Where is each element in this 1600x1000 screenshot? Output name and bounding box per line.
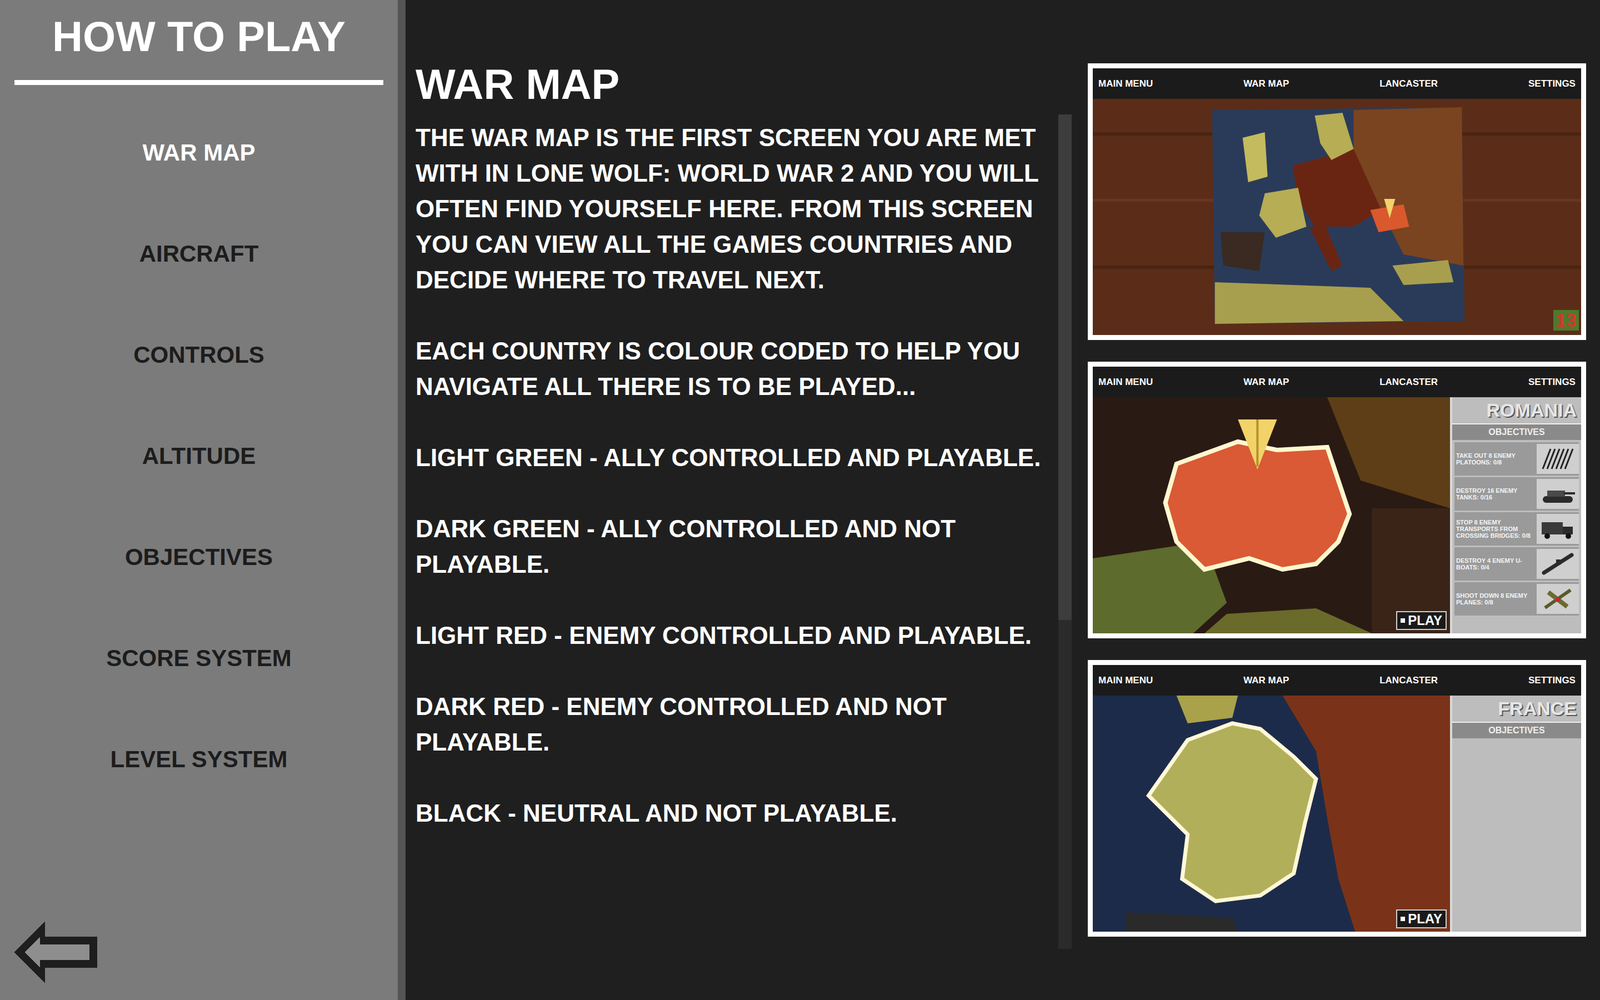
objective-row: DESTROY 4 ENEMY U-BOATS: 0/4 bbox=[1454, 547, 1579, 581]
tank-icon bbox=[1538, 481, 1578, 507]
objectives-list bbox=[1452, 738, 1582, 743]
objective-icon-box bbox=[1536, 478, 1579, 509]
objective-text: SHOOT DOWN 8 ENEMY PLANES: 0/8 bbox=[1454, 592, 1535, 606]
article-paragraph: LIGHT RED - ENEMY CONTROLLED AND PLAYABL… bbox=[415, 617, 1055, 654]
title-divider bbox=[14, 80, 384, 85]
sidebar-item[interactable]: CONTROLS bbox=[0, 303, 398, 405]
screenshot-body: PLAYFRANCEOBJECTIVES bbox=[1092, 695, 1582, 932]
content: WAR MAP THE WAR MAP IS THE FIRST SCREEN Y… bbox=[405, 0, 1600, 1000]
europe-map-illustration bbox=[1092, 98, 1582, 335]
screenshot-nav-item[interactable]: SETTINGS bbox=[1528, 76, 1576, 92]
france-map-illustration bbox=[1092, 695, 1450, 932]
screenshot-nav-item[interactable]: MAIN MENU bbox=[1098, 375, 1153, 390]
screenshot-map: PLAY bbox=[1092, 397, 1450, 634]
sidebar-title: HOW TO PLAY bbox=[0, 0, 398, 80]
screenshot-nav-item[interactable]: MAIN MENU bbox=[1098, 673, 1153, 688]
screenshot-nav-item[interactable]: SETTINGS bbox=[1528, 673, 1576, 688]
objective-row: STOP 8 ENEMY TRANSPORTS FROM CROSSING BR… bbox=[1454, 512, 1579, 546]
screenshot-body: PLAYROMANIAOBJECTIVESTAKE OUT 8 ENEMY PL… bbox=[1092, 397, 1582, 634]
article: WAR MAP THE WAR MAP IS THE FIRST SCREEN Y… bbox=[415, 0, 1072, 1000]
article-paragraph: BLACK - NEUTRAL AND NOT PLAYABLE. bbox=[415, 795, 1055, 832]
screenshot-nav-bar: MAIN MENU WAR MAP LANCASTER SETTINGS bbox=[1092, 665, 1582, 696]
screenshot-map: 13 bbox=[1092, 98, 1582, 335]
objective-icon-box bbox=[1536, 548, 1579, 579]
screenshot-nav-item[interactable]: WAR MAP bbox=[1243, 76, 1289, 92]
screenshot-nav-item[interactable]: LANCASTER bbox=[1379, 375, 1438, 390]
article-paragraph: LIGHT GREEN - ALLY CONTROLLED AND PLAYAB… bbox=[415, 440, 1055, 476]
article-paragraph: EACH COUNTRY IS COLOUR CODED TO HELP YOU… bbox=[415, 333, 1055, 405]
romania-map-illustration bbox=[1092, 397, 1450, 634]
objective-icon-box bbox=[1536, 513, 1579, 544]
screenshot-nav-item[interactable]: SETTINGS bbox=[1528, 375, 1576, 390]
screenshot-panel: MAIN MENUWAR MAPLANCASTERSETTINGSPLAYROM… bbox=[1087, 361, 1587, 639]
screenshots-column: MAIN MENUWAR MAPLANCASTERSETTINGS13MAIN … bbox=[1087, 0, 1587, 1000]
sidebar: HOW TO PLAY WAR MAPAIRCRAFTCONTROLSALTITU… bbox=[0, 0, 406, 1000]
article-paragraph: DARK GREEN - ALLY CONTROLLED AND NOT PLA… bbox=[415, 511, 1055, 583]
objective-icon-box bbox=[1536, 443, 1579, 474]
objective-text: DESTROY 4 ENEMY U-BOATS: 0/4 bbox=[1454, 557, 1535, 571]
play-button[interactable]: PLAY bbox=[1396, 909, 1447, 929]
back-button[interactable] bbox=[0, 921, 398, 1000]
sidebar-item[interactable]: AIRCRAFT bbox=[0, 202, 398, 304]
sidebar-item[interactable]: LEVEL SYSTEM bbox=[0, 708, 398, 810]
truck-icon bbox=[1538, 516, 1578, 542]
scrollbar-thumb[interactable] bbox=[1058, 114, 1072, 620]
objective-icon-box bbox=[1536, 583, 1579, 614]
sidebar-item[interactable]: OBJECTIVES bbox=[0, 506, 398, 608]
sidebar-item[interactable]: WAR MAP bbox=[0, 101, 398, 203]
objectives-panel: FRANCEOBJECTIVES bbox=[1450, 695, 1582, 932]
play-square-icon bbox=[1400, 916, 1405, 922]
article-paragraph: DARK RED - ENEMY CONTROLLED AND NOT PLAY… bbox=[415, 688, 1055, 760]
section-title: WAR MAP bbox=[415, 0, 1072, 106]
objective-row: TAKE OUT 8 ENEMY PLATOONS: 0/8 bbox=[1454, 442, 1579, 476]
screenshot-nav-item[interactable]: WAR MAP bbox=[1243, 375, 1289, 390]
screenshot-map: PLAY bbox=[1092, 695, 1450, 932]
sidebar-menu: WAR MAPAIRCRAFTCONTROLSALTITUDEOBJECTIVE… bbox=[0, 101, 398, 810]
objective-text: TAKE OUT 8 ENEMY PLATOONS: 0/8 bbox=[1454, 452, 1535, 466]
turn-badge: 13 bbox=[1553, 310, 1579, 331]
country-name: ROMANIA bbox=[1452, 397, 1582, 425]
screenshot-panel: MAIN MENUWAR MAPLANCASTERSETTINGSPLAYFRA… bbox=[1087, 660, 1587, 937]
screenshot-nav-item[interactable]: MAIN MENU bbox=[1098, 76, 1153, 92]
screenshot-nav-bar: MAIN MENU WAR MAP LANCASTER SETTINGS bbox=[1092, 68, 1582, 99]
play-square-icon bbox=[1400, 618, 1405, 623]
objectives-list: TAKE OUT 8 ENEMY PLATOONS: 0/8 DESTROY 16… bbox=[1452, 440, 1582, 618]
objective-text: DESTROY 16 ENEMY TANKS: 0/16 bbox=[1454, 487, 1535, 501]
screenshot-nav-bar: MAIN MENU WAR MAP LANCASTER SETTINGS bbox=[1092, 366, 1582, 398]
objective-row: DESTROY 16 ENEMY TANKS: 0/16 bbox=[1454, 477, 1579, 511]
screenshot-panel: MAIN MENU WAR MAP LANCASTER SETTINGS 13 bbox=[1087, 63, 1587, 340]
scroll-area: THE WAR MAP IS THE FIRST SCREEN YOU ARE … bbox=[415, 114, 1072, 949]
play-button[interactable]: PLAY bbox=[1396, 611, 1447, 630]
article-body: THE WAR MAP IS THE FIRST SCREEN YOU ARE … bbox=[415, 114, 1055, 949]
country-name: FRANCE bbox=[1452, 695, 1582, 723]
objective-text: STOP 8 ENEMY TRANSPORTS FROM CROSSING BR… bbox=[1454, 518, 1535, 539]
screenshot-nav-item[interactable]: WAR MAP bbox=[1243, 673, 1289, 688]
sidebar-item[interactable]: ALTITUDE bbox=[0, 405, 398, 507]
objectives-panel: ROMANIAOBJECTIVESTAKE OUT 8 ENEMY PLATOO… bbox=[1450, 397, 1582, 634]
rifles-icon bbox=[1538, 446, 1578, 472]
sidebar-item[interactable]: SCORE SYSTEM bbox=[0, 607, 398, 709]
article-paragraph: THE WAR MAP IS THE FIRST SCREEN YOU ARE … bbox=[415, 120, 1055, 298]
screenshot-nav-item[interactable]: LANCASTER bbox=[1379, 673, 1438, 688]
back-arrow-icon bbox=[13, 921, 98, 984]
objectives-label: OBJECTIVES bbox=[1452, 722, 1582, 739]
scrollbar[interactable] bbox=[1058, 114, 1072, 949]
objective-row: SHOOT DOWN 8 ENEMY PLANES: 0/8 bbox=[1454, 582, 1579, 616]
how-to-play-screen: HOW TO PLAYWAR MAPAIRCRAFTCONTROLSALTITU… bbox=[0, 0, 1600, 1000]
plane-icon bbox=[1538, 586, 1578, 612]
objectives-label: OBJECTIVES bbox=[1452, 424, 1582, 440]
submarine-icon bbox=[1538, 551, 1578, 577]
screenshot-nav-item[interactable]: LANCASTER bbox=[1379, 76, 1438, 92]
